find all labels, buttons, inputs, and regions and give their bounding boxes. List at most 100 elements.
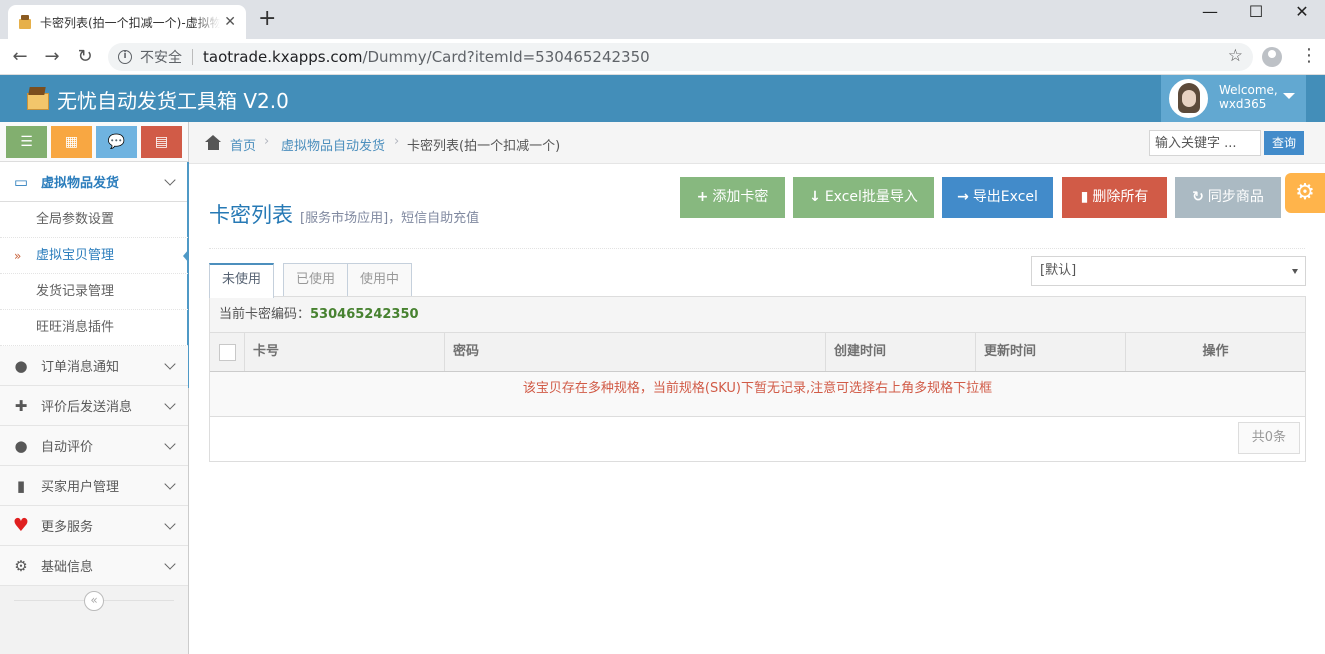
omnibox-divider [192, 49, 193, 65]
shortcut-list-button[interactable]: ☰ [6, 126, 47, 158]
select-all-checkbox[interactable] [219, 344, 236, 361]
trash-icon: ▮ [1080, 189, 1089, 205]
table-header: 卡号 密码 创建时间 更新时间 操作 [210, 333, 1305, 372]
sidebar-item-order-notify[interactable]: ● 订单消息通知 [0, 346, 188, 386]
breadcrumb-separator: › [394, 134, 400, 149]
sidebar-item-label: 买家用户管理 [41, 480, 120, 495]
sidebar-item-buyers[interactable]: ▮ 买家用户管理 [0, 466, 188, 506]
minimize-button[interactable]: — [1187, 0, 1233, 28]
sidebar: ☰ ▦ 💬 ▤ ▭ 虚拟物品发货 全局参数设置 虚拟宝贝管理 发货记录管理 旺旺… [0, 122, 189, 654]
sidebar-item-virtual-goods[interactable]: ▭ 虚拟物品发货 [0, 162, 189, 388]
sidebar-item-label: 自动评价 [41, 440, 94, 455]
chevron-down-icon [164, 518, 176, 530]
home-icon[interactable] [205, 135, 222, 150]
sidebar-item-basic-info[interactable]: ⚙ 基础信息 [0, 546, 188, 586]
shortcut-calendar-button[interactable]: ▦ [51, 126, 92, 158]
sidebar-item-label: 基础信息 [41, 560, 94, 575]
maximize-button[interactable]: ☐ [1233, 0, 1279, 28]
back-icon[interactable]: ← [8, 45, 32, 69]
new-tab-button[interactable]: + [258, 8, 276, 30]
comment-icon: ● [14, 356, 28, 375]
refresh-icon: ↻ [1192, 189, 1204, 205]
tab-used[interactable]: 已使用 [283, 263, 348, 297]
sidebar-item-auto-review[interactable]: ● 自动评价 [0, 426, 188, 466]
header-divider [209, 248, 1305, 249]
user-avatar [1169, 79, 1208, 118]
caret-down-icon [1283, 93, 1295, 99]
logo-box-icon [26, 86, 49, 110]
sidebar-subitem-wangwang-plugin[interactable]: 旺旺消息插件 [0, 310, 188, 346]
caret-down-icon [1292, 269, 1298, 274]
reload-icon[interactable]: ↻ [73, 45, 97, 69]
sidebar-subitem-global-settings[interactable]: 全局参数设置 [0, 202, 188, 238]
current-code-value: 530465242350 [310, 307, 419, 322]
tab-in-use[interactable]: 使用中 [347, 263, 412, 297]
card-table-panel: 当前卡密编码：530465242350 卡号 密码 创建时间 更新时间 操作 该… [209, 296, 1306, 462]
heart-icon: ♥ [12, 514, 30, 536]
delete-all-button[interactable]: ▮ 删除所有 [1062, 177, 1167, 218]
arrow-right-icon: → [957, 189, 969, 205]
chevron-down-icon [164, 398, 176, 410]
col-password: 密码 [445, 333, 826, 371]
sidebar-subitem-virtual-items[interactable]: 虚拟宝贝管理 [0, 238, 189, 274]
chevron-down-icon [164, 358, 176, 370]
close-window-button[interactable]: ✕ [1279, 0, 1325, 28]
export-excel-button[interactable]: → 导出Excel [942, 177, 1053, 218]
panel-header: 当前卡密编码：530465242350 [210, 297, 1305, 333]
page-subtitle: [服务市场应用]，短信自助充值 [300, 211, 480, 226]
breadcrumb: 首页 › 虚拟物品自动发货 › 卡密列表(拍一个扣减一个) 查询 [189, 122, 1325, 164]
sidebar-subitem-delivery-records[interactable]: 发货记录管理 [0, 274, 188, 310]
gift-icon: ✚ [14, 396, 28, 415]
settings-gear-icon[interactable]: ⚙ [1285, 173, 1325, 213]
sidebar-item-review-message[interactable]: ✚ 评价后发送消息 [0, 386, 188, 426]
address-bar[interactable]: i 不安全 taotrade.kxapps.com/Dummy/Card?ite… [108, 43, 1253, 71]
tab-title: 卡密列表(拍一个扣减一个)-虚拟物品自动发货 [40, 15, 220, 30]
tab-close-icon[interactable]: ✕ [224, 14, 236, 30]
sidebar-item-label: 虚拟物品发货 [41, 176, 120, 191]
user-menu[interactable]: Welcome, wxd365 [1161, 75, 1306, 122]
browser-tab[interactable]: 卡密列表(拍一个扣减一个)-虚拟物品自动发货 ✕ [8, 5, 246, 39]
select-all-cell [210, 333, 245, 371]
export-excel-label: 导出Excel [972, 189, 1038, 205]
current-code-label: 当前卡密编码： [219, 307, 311, 322]
sync-items-button[interactable]: ↻ 同步商品 [1175, 177, 1281, 218]
bookmark-star-icon[interactable]: ☆ [1228, 46, 1243, 66]
favicon-icon [18, 15, 32, 29]
search-input[interactable] [1149, 130, 1261, 156]
chevron-down-icon [164, 478, 176, 490]
arrow-down-icon: ↓ [809, 189, 821, 205]
col-actions: 操作 [1202, 344, 1229, 359]
add-card-button[interactable]: + 添加卡密 [680, 177, 785, 218]
col-updated-time: 更新时间 [976, 333, 1126, 371]
sidebar-item-label: 评价后发送消息 [41, 400, 133, 415]
shortcut-comment-button[interactable]: 💬 [96, 126, 137, 158]
col-created-time: 创建时间 [826, 333, 976, 371]
search-button[interactable]: 查询 [1264, 131, 1304, 155]
menu-kebab-icon[interactable]: ⋮ [1300, 45, 1318, 67]
sidebar-menu: ▭ 虚拟物品发货 全局参数设置 虚拟宝贝管理 发货记录管理 旺旺消息插件 ● 订… [0, 162, 189, 586]
empty-message: 该宝贝存在多种规格，当前规格(SKU)下暂无记录,注意可选择右上角多规格下拉框 [210, 372, 1305, 417]
excel-import-button[interactable]: ↓ Excel批量导入 [793, 177, 934, 218]
plus-icon: + [696, 189, 709, 205]
browser-tabstrip: 卡密列表(拍一个扣减一个)-虚拟物品自动发货 ✕ + — ☐ ✕ [0, 0, 1325, 39]
collapse-sidebar-icon[interactable]: « [84, 591, 104, 611]
info-icon[interactable]: i [118, 50, 132, 64]
sku-select[interactable]: [默认] [1031, 256, 1306, 286]
sync-items-label: 同步商品 [1207, 189, 1264, 205]
excel-import-label: Excel批量导入 [824, 189, 918, 205]
book-icon: ▤ [154, 134, 169, 150]
comment-icon: 💬 [107, 134, 126, 150]
breadcrumb-parent[interactable]: 虚拟物品自动发货 [281, 135, 385, 154]
security-label: 不安全 [140, 50, 182, 66]
tab-unused[interactable]: 未使用 [209, 263, 274, 298]
shortcut-book-button[interactable]: ▤ [141, 126, 182, 158]
breadcrumb-separator: › [264, 134, 270, 149]
sidebar-submenu: 全局参数设置 虚拟宝贝管理 发货记录管理 旺旺消息插件 [0, 202, 189, 346]
breadcrumb-home[interactable]: 首页 [230, 135, 256, 154]
profile-avatar-icon[interactable] [1262, 47, 1282, 67]
sidebar-item-more-services[interactable]: ♥ 更多服务 [0, 506, 188, 546]
forward-icon[interactable]: → [40, 45, 64, 69]
chevron-down-icon [164, 174, 176, 186]
credit-card-icon: ▭ [13, 172, 29, 191]
app-title[interactable]: 无忧自动发货工具箱 V2.0 [57, 85, 289, 114]
